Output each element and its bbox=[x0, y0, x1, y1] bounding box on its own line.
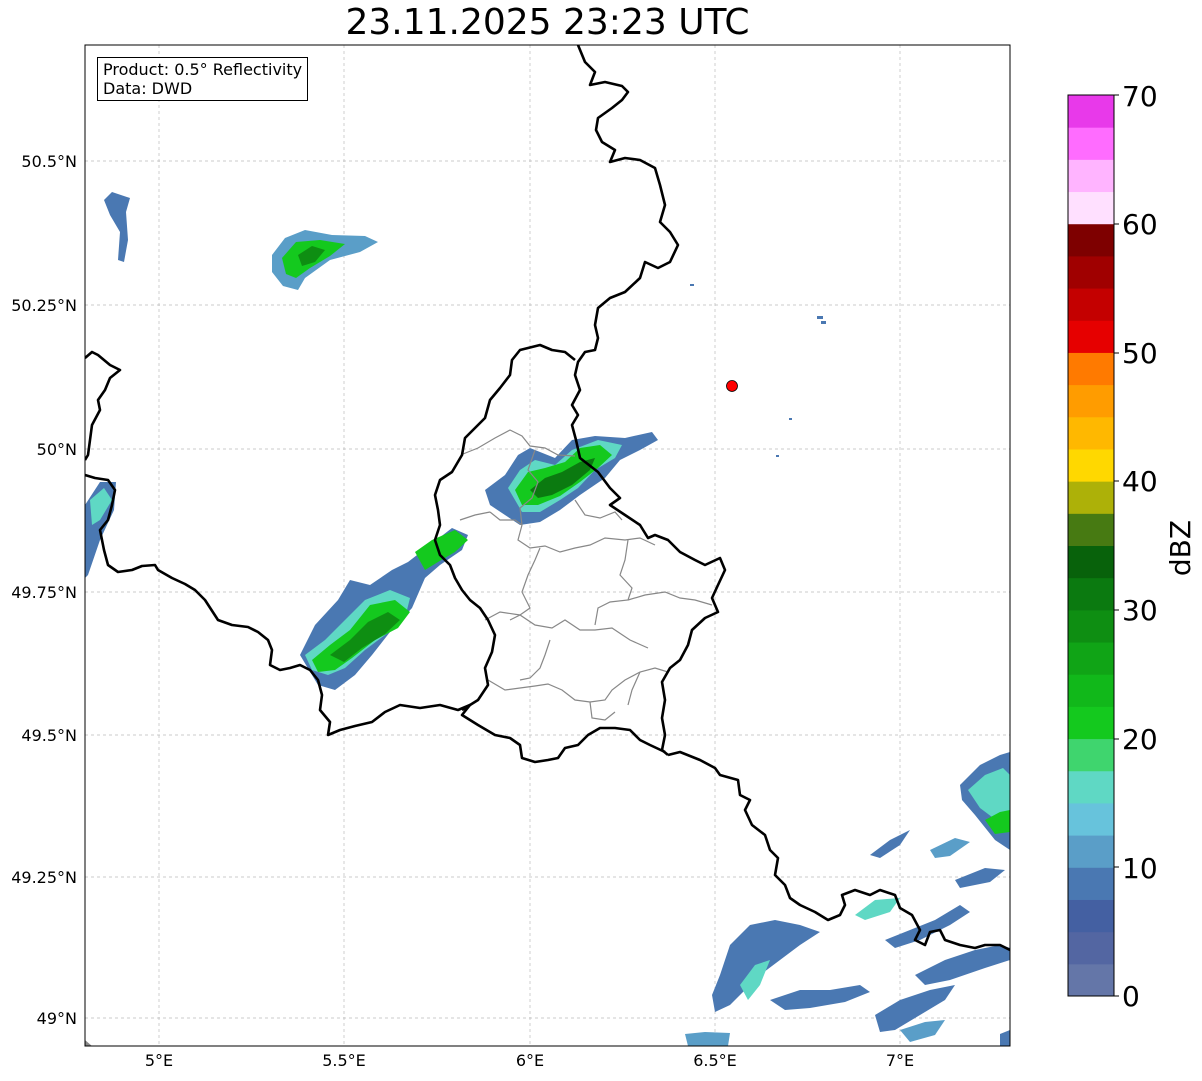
colorbar-segment bbox=[1068, 738, 1114, 772]
x-tick-label: 5.5°E bbox=[322, 1051, 366, 1070]
y-tick-label: 49°N bbox=[37, 1009, 77, 1028]
y-tick-label: 50.5°N bbox=[21, 152, 77, 171]
y-tick-label: 50°N bbox=[37, 440, 77, 459]
colorbar-ticks bbox=[1114, 94, 1119, 997]
colorbar-segment bbox=[1068, 416, 1114, 450]
colorbar-segment bbox=[1068, 545, 1114, 579]
radar-site-marker bbox=[726, 380, 738, 392]
info-box: Product: 0.5° Reflectivity Data: DWD bbox=[97, 57, 309, 101]
colorbar-segment bbox=[1068, 802, 1114, 836]
colorbar-segment bbox=[1068, 513, 1114, 546]
colorbar-segment bbox=[1068, 255, 1114, 289]
colorbar-tick-label: 20 bbox=[1122, 723, 1158, 756]
colorbar-segment bbox=[1068, 899, 1114, 933]
colorbar-unit-label: dBZ bbox=[1164, 520, 1197, 576]
radar-map: 5°E 5.5°E 6°E 6.5°E 7°E 49°N 49.25°N 49.… bbox=[11, 44, 1197, 1070]
colorbar-segment bbox=[1068, 674, 1114, 707]
colorbar-tick-label: 40 bbox=[1122, 465, 1158, 498]
y-tick-label: 49.25°N bbox=[11, 868, 77, 887]
colorbar-segment bbox=[1068, 159, 1114, 193]
colorbar bbox=[1068, 95, 1114, 997]
colorbar-tick-label: 60 bbox=[1122, 208, 1158, 241]
colorbar-tick-label: 30 bbox=[1122, 594, 1158, 627]
colorbar-segment bbox=[1068, 931, 1114, 965]
colorbar-segment bbox=[1068, 352, 1114, 386]
colorbar-tick-label: 70 bbox=[1122, 80, 1158, 113]
colorbar-segment bbox=[1068, 609, 1114, 643]
colorbar-segment bbox=[1068, 706, 1114, 740]
x-axis-labels: 5°E 5.5°E 6°E 6.5°E 7°E bbox=[145, 1051, 914, 1070]
colorbar-segment bbox=[1068, 95, 1114, 128]
y-tick-label: 50.25°N bbox=[11, 296, 77, 315]
colorbar-segment bbox=[1068, 288, 1114, 321]
colorbar-segment bbox=[1068, 223, 1114, 257]
y-tick-label: 49.5°N bbox=[21, 726, 77, 745]
colorbar-segment bbox=[1068, 642, 1114, 675]
colorbar-segment bbox=[1068, 127, 1114, 160]
colorbar-segment bbox=[1068, 577, 1114, 611]
colorbar-segment bbox=[1068, 963, 1114, 997]
x-tick-label: 5°E bbox=[145, 1051, 173, 1070]
colorbar-segment bbox=[1068, 867, 1114, 900]
colorbar-segment bbox=[1068, 835, 1114, 868]
y-axis-labels: 49°N 49.25°N 49.5°N 49.75°N 50°N 50.25°N… bbox=[11, 152, 77, 1028]
x-tick-label: 7°E bbox=[886, 1051, 914, 1070]
colorbar-tick-label: 50 bbox=[1122, 337, 1158, 370]
colorbar-segment bbox=[1068, 191, 1114, 225]
data-source-label: Data: DWD bbox=[103, 79, 193, 98]
colorbar-tick-label: 0 bbox=[1122, 980, 1140, 1013]
colorbar-segment bbox=[1068, 448, 1114, 482]
product-label: Product: 0.5° Reflectivity bbox=[103, 60, 303, 79]
x-tick-label: 6°E bbox=[516, 1051, 544, 1070]
colorbar-tick-label: 10 bbox=[1122, 852, 1158, 885]
colorbar-segment bbox=[1068, 481, 1114, 514]
colorbar-segment bbox=[1068, 384, 1114, 418]
colorbar-tick-labels: 0 10 20 30 40 50 60 70 bbox=[1122, 80, 1158, 1013]
colorbar-segment bbox=[1068, 320, 1114, 353]
x-tick-label: 6.5°E bbox=[693, 1051, 737, 1070]
y-tick-label: 49.75°N bbox=[11, 583, 77, 602]
plot-area bbox=[85, 45, 1010, 1046]
colorbar-segment bbox=[1068, 770, 1114, 804]
